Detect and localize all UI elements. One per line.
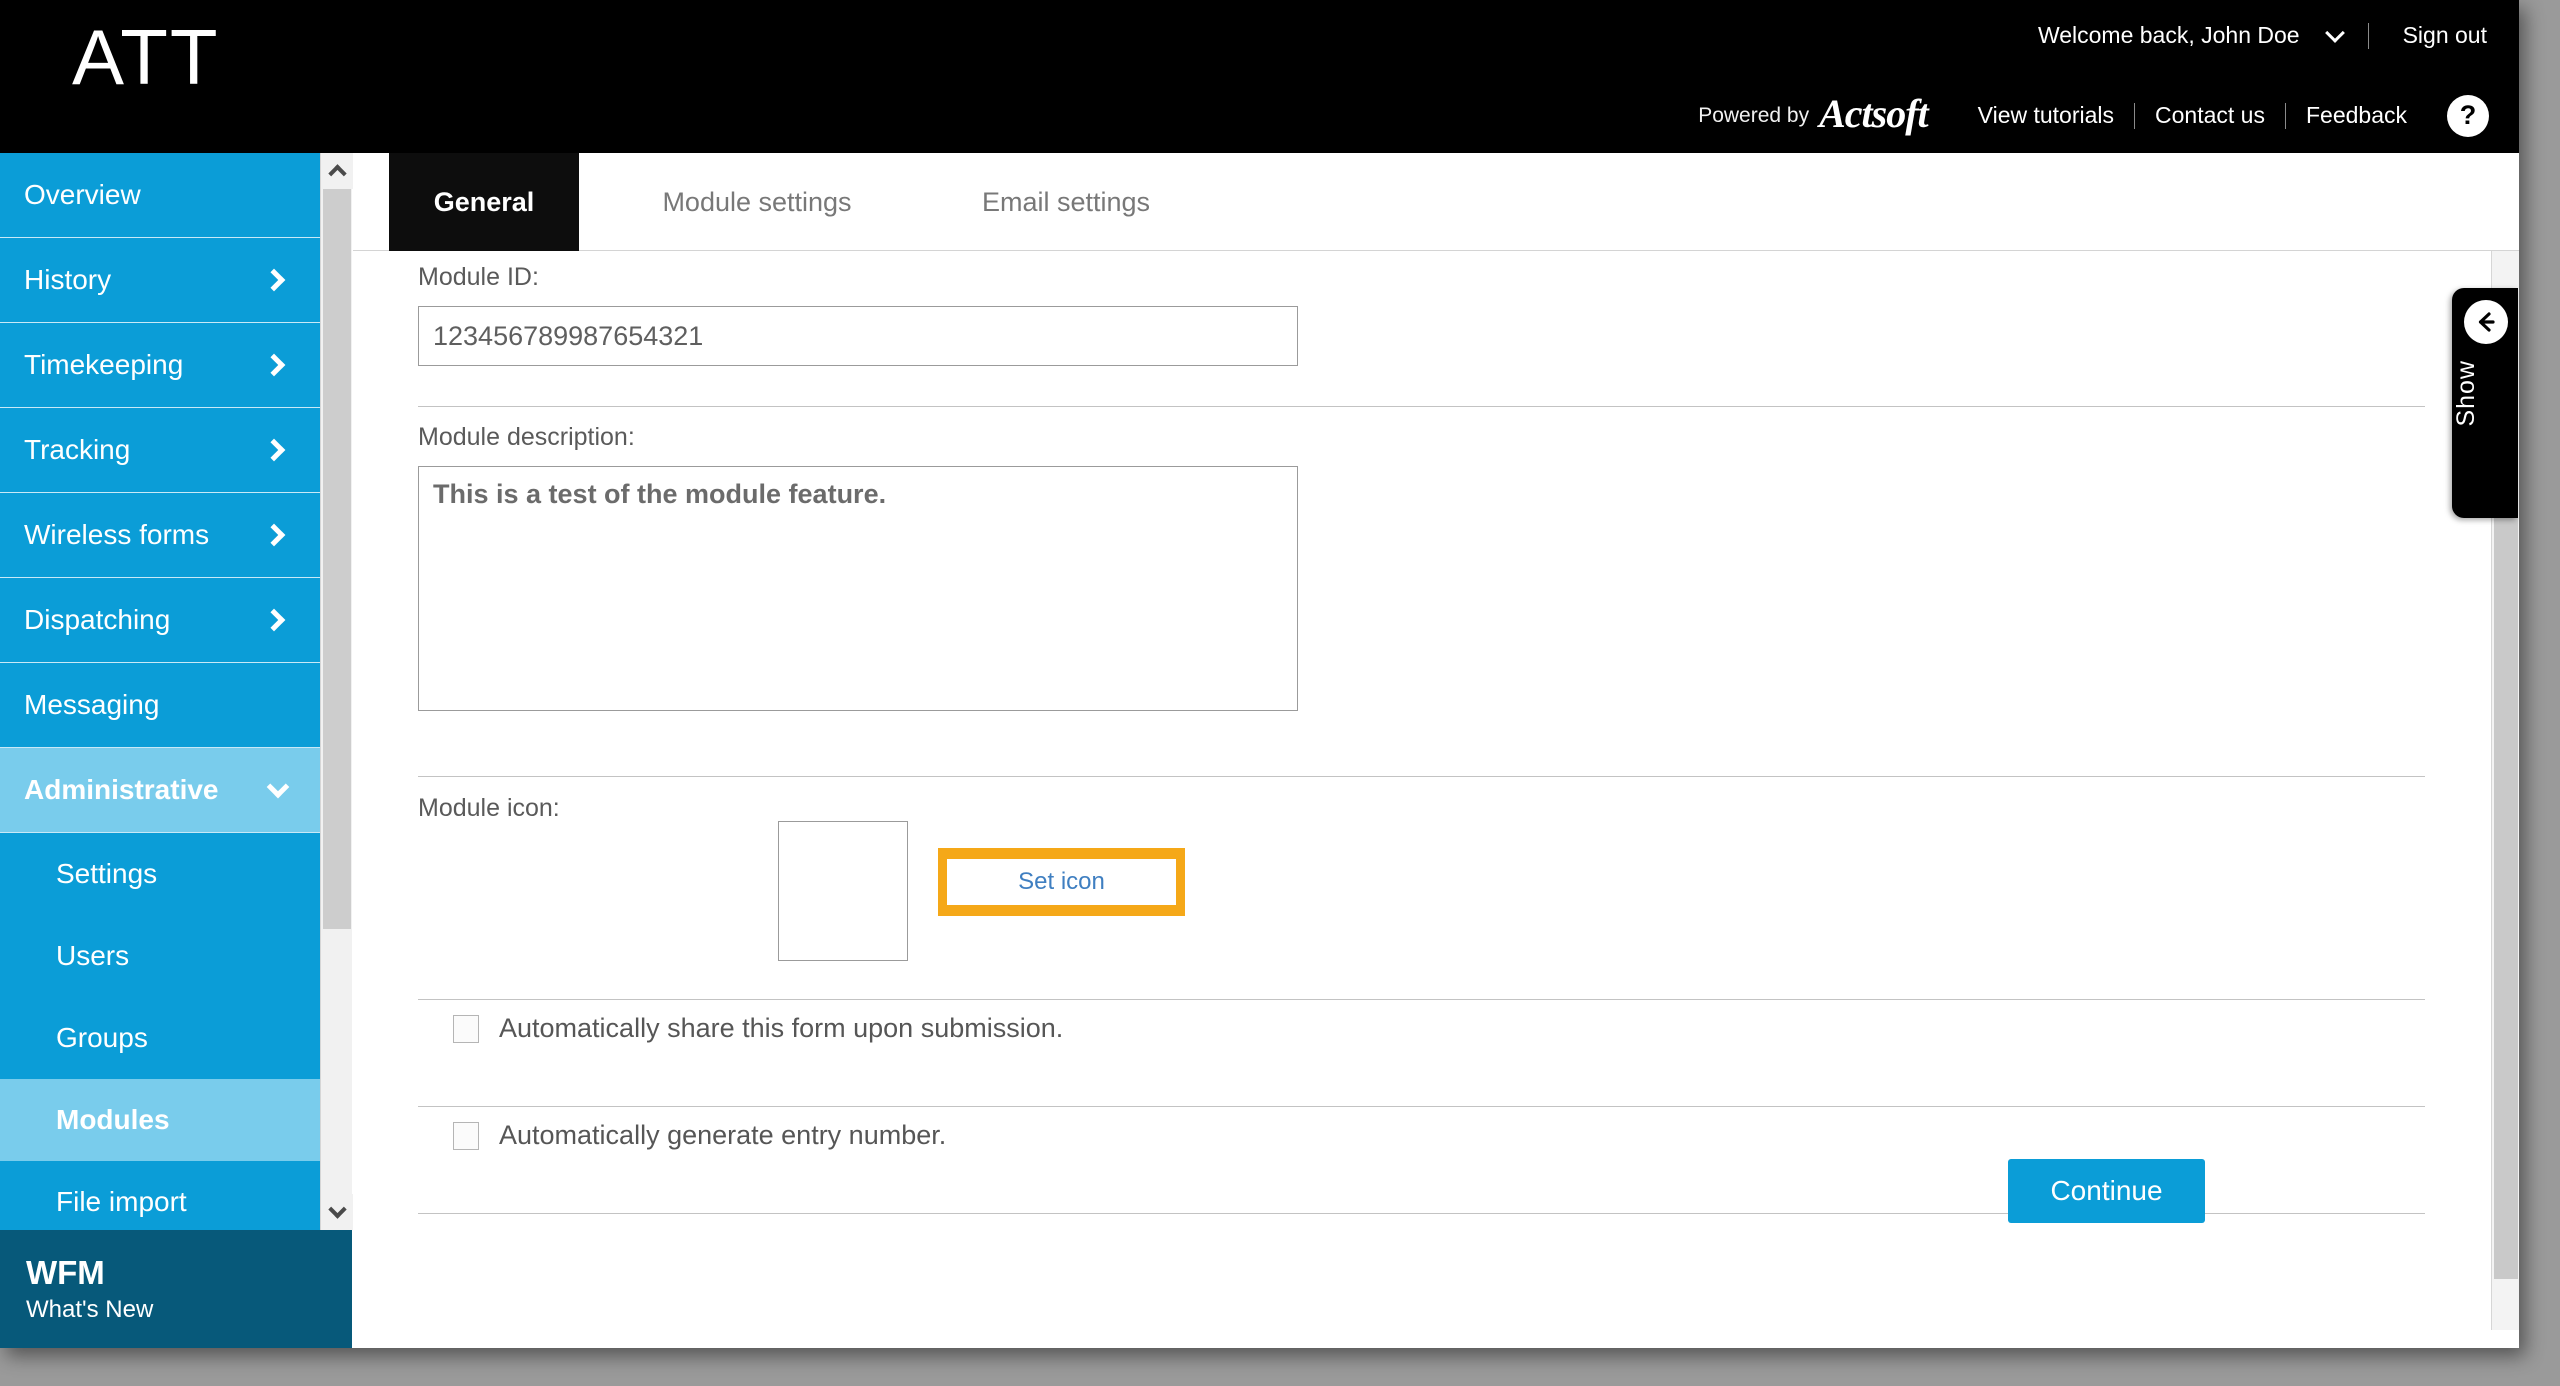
sidebar-item-label: History — [24, 264, 112, 295]
divider — [418, 1106, 2425, 1107]
chevron-down-icon[interactable] — [2324, 22, 2345, 43]
sidebar-scrollbar[interactable] — [320, 153, 353, 1230]
sidebar-item-label: Dispatching — [24, 604, 171, 635]
welcome-user-label: Welcome back, John Doe — [2037, 22, 2300, 48]
set-icon-button[interactable]: Set icon — [947, 859, 1176, 905]
sidebar-scroll-up-button[interactable] — [321, 153, 353, 189]
chevron-right-icon — [262, 438, 286, 462]
module-id-input[interactable] — [418, 306, 1298, 366]
auto-entry-number-checkbox[interactable] — [453, 1121, 479, 1150]
sidebar-subitem-label: Users — [56, 940, 130, 971]
sidebar-subitem-label: Modules — [56, 1104, 170, 1135]
auto-share-label: Automatically share this form upon submi… — [499, 1013, 1064, 1043]
welcome-user-menu[interactable]: Welcome back, John Doe — [2022, 22, 2316, 49]
tab-bar: General Module settings Email settings — [353, 153, 2519, 251]
module-icon-label: Module icon: — [418, 794, 560, 822]
contact-us-link[interactable]: Contact us — [2135, 102, 2285, 129]
chevron-down-icon — [266, 775, 290, 798]
sidebar-item-history[interactable]: History — [0, 238, 320, 323]
sidebar-subitem-label: Groups — [56, 1022, 148, 1053]
divider — [418, 406, 2425, 407]
sidebar-subitem-modules[interactable]: Modules — [0, 1079, 320, 1161]
content-scroll-down-button[interactable] — [2492, 1296, 2519, 1330]
sidebar-scroll-down-button[interactable] — [321, 1194, 353, 1230]
show-drawer-tab[interactable]: Show — [2452, 288, 2518, 518]
sidebar-item-label: Timekeeping — [24, 349, 184, 380]
show-drawer-label: Show — [2452, 360, 2480, 427]
tab-general[interactable]: General — [389, 153, 579, 251]
application-window: ATT Welcome back, John Doe Sign out Powe… — [0, 0, 2519, 1348]
sidebar-item-administrative[interactable]: Administrative — [0, 748, 320, 833]
auto-entry-number-checkbox-row[interactable]: Automatically generate entry number. — [453, 1120, 946, 1151]
module-general-form: Module ID: Module description: Module ic… — [353, 251, 2491, 1330]
view-tutorials-link[interactable]: View tutorials — [1958, 102, 2134, 129]
wfm-title: WFM — [26, 1254, 105, 1291]
tab-module-settings[interactable]: Module settings — [607, 153, 907, 251]
header-utility-bar: Powered by Actsoft View tutorials Contac… — [1698, 91, 2489, 139]
divider — [418, 999, 2425, 1000]
tab-label: Email settings — [981, 186, 1151, 217]
sidebar-item-label: Overview — [24, 179, 141, 210]
sidebar-scrollbar-thumb[interactable] — [323, 189, 351, 929]
top-header: ATT Welcome back, John Doe Sign out Powe… — [0, 0, 2519, 153]
module-icon-preview[interactable] — [778, 821, 908, 961]
chevron-right-icon — [262, 608, 286, 632]
auto-entry-number-label: Automatically generate entry number. — [499, 1120, 947, 1150]
divider — [418, 776, 2425, 777]
divider — [2367, 22, 2369, 49]
sidebar-subitem-settings[interactable]: Settings — [0, 833, 320, 915]
sidebar-item-dispatching[interactable]: Dispatching — [0, 578, 320, 663]
sidebar-item-tracking[interactable]: Tracking — [0, 408, 320, 493]
header-account-bar: Welcome back, John Doe Sign out — [2022, 22, 2487, 49]
chevron-right-icon — [262, 523, 286, 547]
content-scroll-up-button[interactable] — [2492, 251, 2519, 285]
sidebar-item-label: Wireless forms — [24, 519, 210, 550]
left-sidebar-nav: Overview History Timekeeping Tracking Wirele… — [0, 153, 320, 1230]
sidebar-item-overview[interactable]: Overview — [0, 153, 320, 238]
help-icon[interactable]: ? — [2447, 94, 2489, 137]
wfm-subtitle: What's New — [26, 1295, 154, 1323]
sidebar-subitem-label: Settings — [56, 858, 158, 889]
sidebar-subitem-users[interactable]: Users — [0, 915, 320, 997]
auto-share-checkbox-row[interactable]: Automatically share this form upon submi… — [453, 1013, 1063, 1044]
content-scrollbar-thumb[interactable] — [2494, 399, 2518, 1279]
sidebar-item-timekeeping[interactable]: Timekeeping — [0, 323, 320, 408]
set-icon-highlight-box: Set icon — [938, 848, 1185, 916]
sidebar-subitem-groups[interactable]: Groups — [0, 997, 320, 1079]
arrow-left-glyph — [2478, 312, 2495, 332]
module-description-label: Module description: — [418, 423, 635, 451]
chevron-right-icon — [262, 268, 286, 292]
tab-email-settings[interactable]: Email settings — [931, 153, 1201, 251]
auto-share-checkbox[interactable] — [453, 1014, 479, 1043]
powered-by-label: Powered by — [1698, 103, 1810, 127]
sidebar-subitem-file-import[interactable]: File import — [0, 1161, 320, 1230]
arrow-left-icon — [2464, 300, 2508, 344]
sidebar-item-label: Administrative — [24, 774, 219, 805]
sign-out-link[interactable]: Sign out — [2387, 22, 2487, 49]
actsoft-logo: Actsoft — [1819, 91, 1929, 136]
brand-logo: ATT — [72, 13, 220, 101]
tab-label: General — [433, 186, 535, 217]
chevron-up-icon — [327, 164, 347, 183]
feedback-link[interactable]: Feedback — [2286, 102, 2427, 129]
sidebar-item-label: Tracking — [24, 434, 131, 465]
chevron-right-icon — [262, 353, 286, 377]
sidebar-item-messaging[interactable]: Messaging — [0, 663, 320, 748]
continue-button[interactable]: Continue — [2008, 1159, 2205, 1223]
wfm-whats-new-panel[interactable]: WFM What's New — [0, 1230, 352, 1348]
tab-label: Module settings — [662, 186, 852, 217]
chevron-down-icon — [327, 1200, 347, 1219]
sidebar-item-wireless-forms[interactable]: Wireless forms — [0, 493, 320, 578]
sidebar-item-label: Messaging — [24, 689, 160, 720]
module-id-label: Module ID: — [418, 263, 539, 291]
module-description-textarea[interactable] — [418, 466, 1298, 711]
sidebar-subitem-label: File import — [56, 1186, 187, 1217]
